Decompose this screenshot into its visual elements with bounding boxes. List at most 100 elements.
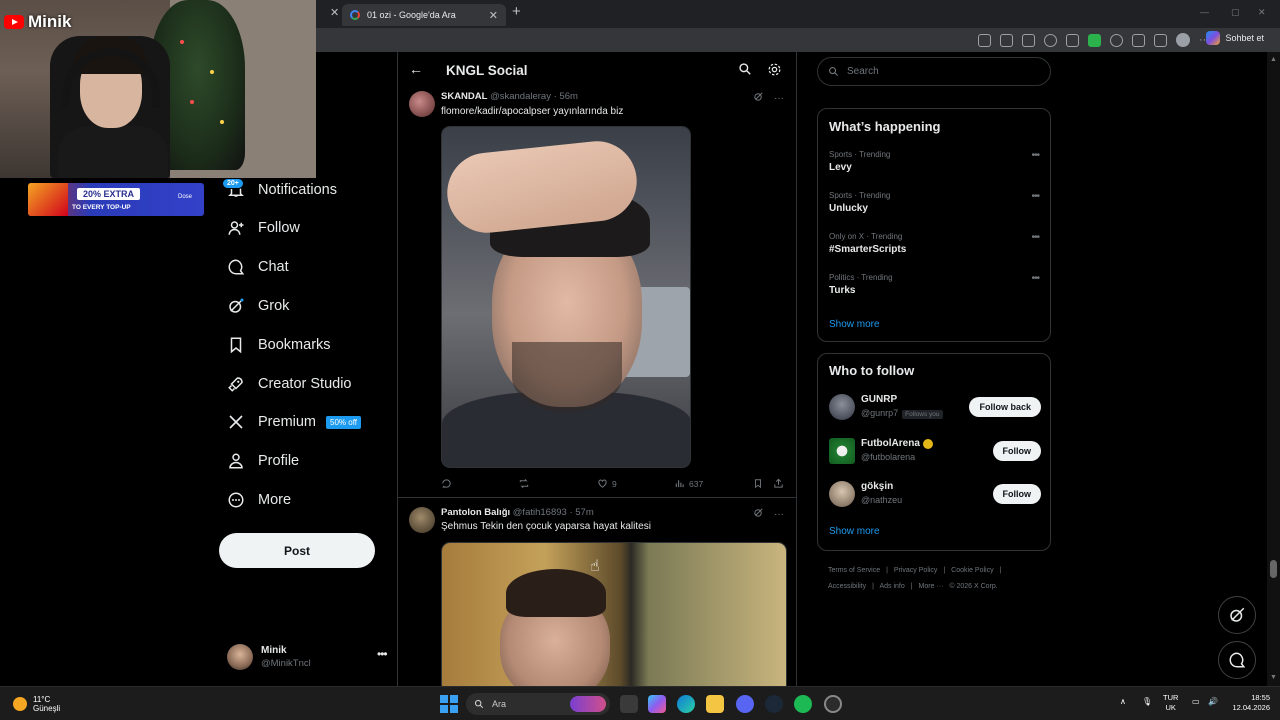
follow-suggestion[interactable]: gökşin @nathzeu Follow bbox=[829, 480, 1041, 508]
footer-link[interactable]: Accessibility bbox=[828, 583, 866, 590]
post-author-name[interactable]: Pantolon Balığı bbox=[441, 507, 510, 518]
tray-overflow-icon[interactable]: ∧ bbox=[1120, 697, 1126, 706]
post-video[interactable] bbox=[441, 126, 691, 468]
sidebar-item-premium[interactable]: Premium 50% off bbox=[226, 410, 361, 434]
close-previous-tab-icon[interactable]: ✕ bbox=[330, 6, 339, 19]
favorites-icon[interactable] bbox=[1154, 33, 1167, 47]
trend-more-icon[interactable]: ••• bbox=[1031, 273, 1039, 284]
edge-browser-icon[interactable] bbox=[677, 695, 695, 713]
suggestion-name-row[interactable]: FutbolArena bbox=[861, 438, 933, 449]
grok-fab-button[interactable] bbox=[1218, 596, 1256, 634]
app-grid-icon[interactable] bbox=[978, 33, 991, 47]
new-tab-icon[interactable]: + bbox=[512, 3, 521, 20]
task-view-icon[interactable] bbox=[620, 695, 638, 713]
spotify-icon[interactable] bbox=[794, 695, 812, 713]
post-more-icon[interactable]: ··· bbox=[774, 509, 784, 520]
reply-button[interactable] bbox=[441, 478, 456, 489]
follow-button[interactable]: Follow bbox=[992, 484, 1041, 504]
avatar[interactable] bbox=[409, 507, 435, 533]
scroll-down-icon[interactable]: ▼ bbox=[1270, 674, 1277, 681]
taskbar-search[interactable]: Ara bbox=[466, 693, 610, 715]
microphone-icon[interactable]: 🎙 bbox=[1142, 697, 1152, 706]
sidebar-item-grok[interactable]: Grok bbox=[226, 294, 289, 318]
translate-icon[interactable] bbox=[1000, 33, 1013, 47]
account-switcher[interactable]: Minik @MinikTncl ••• bbox=[227, 641, 388, 673]
footer-link[interactable]: More ··· bbox=[919, 583, 944, 590]
share-button[interactable] bbox=[773, 478, 784, 489]
post-author-handle[interactable]: @skandaleray bbox=[490, 91, 551, 102]
avatar[interactable] bbox=[829, 481, 855, 507]
post-button[interactable]: Post bbox=[219, 533, 375, 568]
settings-icon[interactable] bbox=[824, 695, 842, 713]
extensions-puzzle-icon[interactable] bbox=[1132, 33, 1145, 47]
search-input[interactable] bbox=[847, 66, 1037, 77]
like-button[interactable]: 9 bbox=[597, 478, 617, 489]
page-scrollbar[interactable]: ▲ ▼ bbox=[1267, 52, 1280, 686]
system-clock[interactable]: 18:55 12.04.2026 bbox=[1228, 693, 1270, 713]
maximize-icon[interactable]: ▢ bbox=[1231, 7, 1240, 18]
timeline[interactable]: ← KNGL Social SKANDAL @skandaleray · 56m… bbox=[397, 52, 797, 686]
bookmark-button[interactable] bbox=[753, 478, 763, 489]
weather-widget[interactable]: 11°C Güneşli bbox=[13, 695, 60, 713]
search-box[interactable] bbox=[817, 57, 1051, 86]
footer-link[interactable]: Terms of Service bbox=[828, 567, 880, 574]
windows-start-icon[interactable] bbox=[440, 695, 458, 713]
gear-icon[interactable] bbox=[767, 62, 782, 82]
sidebar-item-more[interactable]: More bbox=[226, 488, 291, 512]
scroll-up-icon[interactable]: ▲ bbox=[1270, 56, 1277, 63]
favorite-star-icon[interactable] bbox=[1044, 33, 1057, 47]
trend-more-icon[interactable]: ••• bbox=[1031, 150, 1039, 161]
trend-item[interactable]: Sports · Trending Unlucky ••• bbox=[829, 191, 1041, 214]
trend-item[interactable]: Politics · Trending Turks ••• bbox=[829, 273, 1041, 296]
refresh-extension-icon[interactable] bbox=[1110, 33, 1123, 47]
discord-icon[interactable] bbox=[736, 695, 754, 713]
search-icon[interactable] bbox=[738, 62, 752, 81]
trend-item[interactable]: Only on X · Trending #SmarterScripts ••• bbox=[829, 232, 1041, 255]
follow-suggestion[interactable]: GUNRP @gunrp7 Follows you Follow back bbox=[829, 393, 1041, 421]
close-tab-icon[interactable]: ✕ bbox=[489, 9, 498, 22]
back-arrow-icon[interactable]: ← bbox=[409, 61, 423, 77]
views-button[interactable]: 637 bbox=[674, 478, 703, 489]
read-aloud-icon[interactable] bbox=[1022, 33, 1035, 47]
browser-profile-icon[interactable] bbox=[1176, 33, 1190, 47]
grok-explain-icon[interactable] bbox=[753, 91, 764, 105]
promo-banner[interactable]: 20% EXTRA TO EVERY TOP-UP Dose bbox=[28, 183, 204, 216]
browser-tab-active[interactable]: 01 ozi - Google'da Ara ✕ bbox=[342, 4, 506, 26]
post-gif[interactable] bbox=[441, 542, 787, 686]
sidebar-item-chat[interactable]: Chat bbox=[226, 255, 289, 279]
network-icon[interactable]: ▭ bbox=[1192, 697, 1200, 706]
battery-extension-icon[interactable] bbox=[1088, 33, 1101, 47]
avatar[interactable] bbox=[829, 394, 855, 420]
suggestion-name[interactable]: gökşin bbox=[861, 481, 893, 492]
follow-back-button[interactable]: Follow back bbox=[969, 397, 1041, 417]
file-explorer-icon[interactable] bbox=[706, 695, 724, 713]
trend-item[interactable]: Sports · Trending Levy ••• bbox=[829, 150, 1041, 173]
trend-more-icon[interactable]: ••• bbox=[1031, 232, 1039, 243]
sidebar-item-follow[interactable]: Follow bbox=[226, 216, 300, 240]
follow-suggestion[interactable]: FutbolArena @futbolarena Follow bbox=[829, 437, 1041, 465]
input-language[interactable]: TUR UK bbox=[1163, 693, 1178, 713]
messages-fab-button[interactable] bbox=[1218, 641, 1256, 679]
sidebar-item-profile[interactable]: Profile bbox=[226, 449, 299, 473]
close-window-icon[interactable]: ✕ bbox=[1258, 7, 1266, 18]
avatar[interactable] bbox=[409, 91, 435, 117]
suggestion-name[interactable]: GUNRP bbox=[861, 394, 897, 405]
minimize-icon[interactable]: — bbox=[1200, 7, 1209, 17]
follow-button[interactable]: Follow bbox=[992, 441, 1041, 461]
post-more-icon[interactable]: ··· bbox=[774, 93, 784, 104]
sidebar-item-bookmarks[interactable]: Bookmarks bbox=[226, 333, 331, 357]
repost-button[interactable] bbox=[518, 478, 534, 489]
post[interactable]: SKANDAL @skandaleray · 56m ··· flomore/k… bbox=[398, 88, 796, 498]
account-menu-icon[interactable]: ••• bbox=[377, 647, 388, 661]
scrollbar-thumb[interactable] bbox=[1270, 560, 1277, 578]
copilot-button[interactable]: Sohbet et bbox=[1206, 31, 1264, 45]
footer-link[interactable]: Privacy Policy bbox=[894, 567, 938, 574]
copilot-taskbar-icon[interactable] bbox=[648, 695, 666, 713]
volume-icon[interactable]: 🔊 bbox=[1208, 697, 1218, 706]
footer-link[interactable]: Ads info bbox=[879, 583, 904, 590]
trends-show-more-link[interactable]: Show more bbox=[829, 319, 880, 330]
grok-explain-icon[interactable] bbox=[753, 507, 764, 521]
avatar[interactable] bbox=[829, 438, 855, 464]
who-to-follow-show-more-link[interactable]: Show more bbox=[829, 526, 880, 537]
footer-link[interactable]: Cookie Policy bbox=[951, 567, 993, 574]
